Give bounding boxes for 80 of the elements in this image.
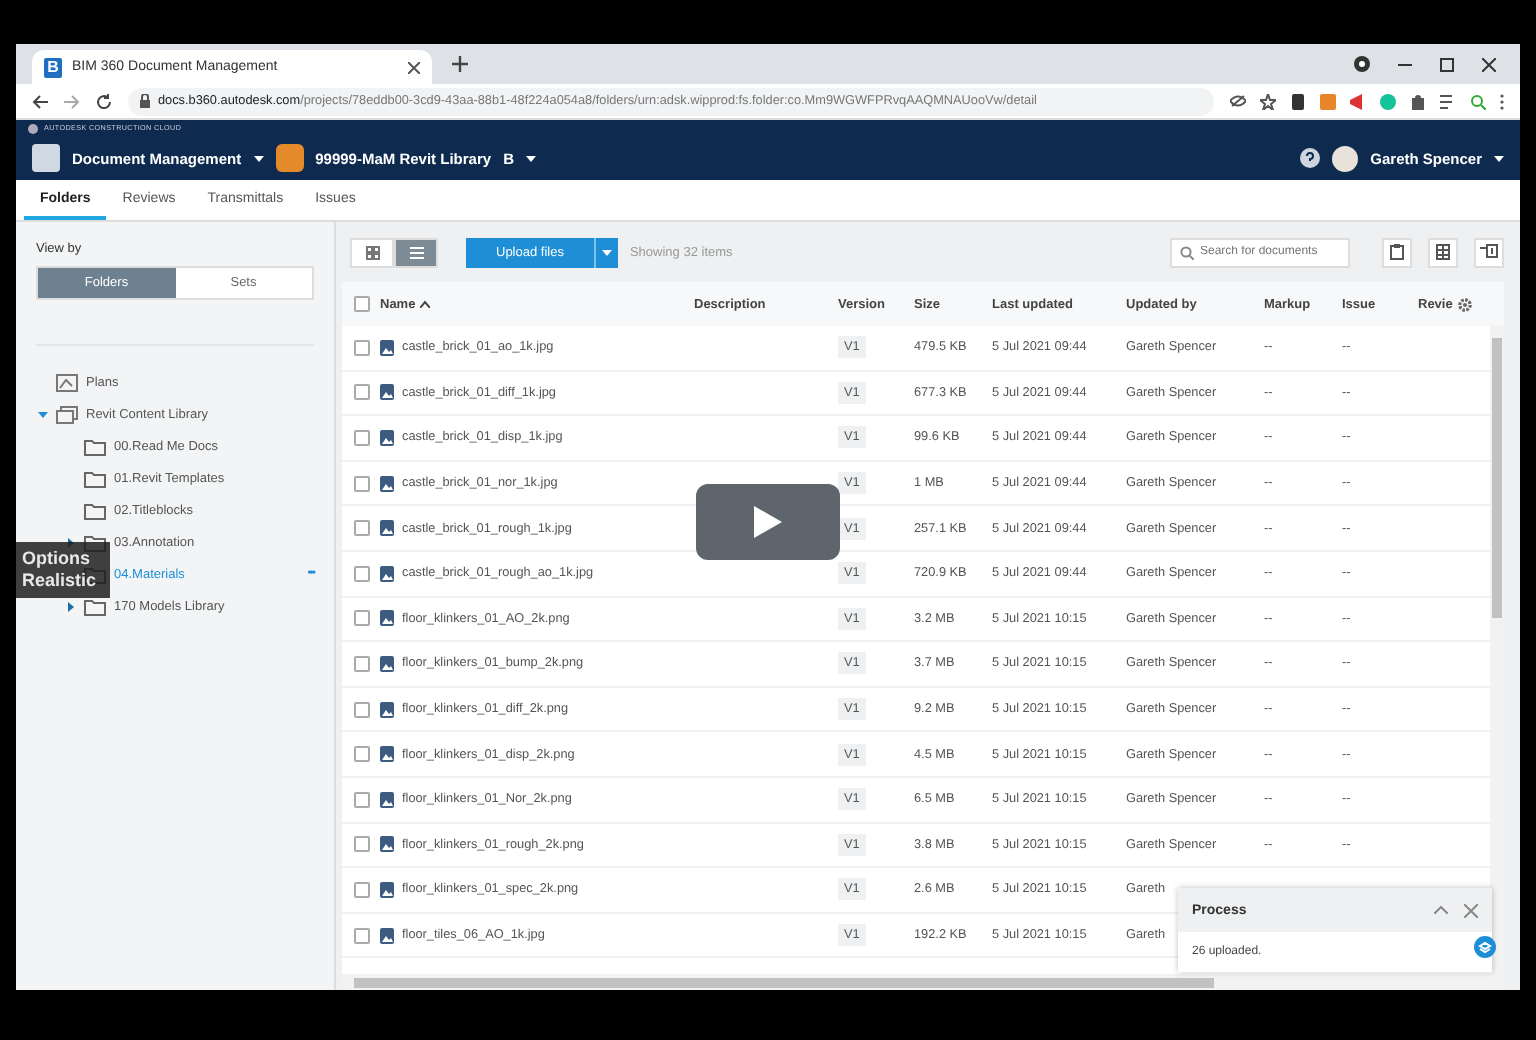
folder-icon [84, 597, 106, 615]
select-all-checkbox[interactable] [354, 296, 370, 312]
panel-button[interactable] [1474, 237, 1504, 267]
row-checkbox[interactable] [354, 836, 370, 853]
grid-icon [365, 245, 379, 259]
caret-down-icon[interactable] [37, 409, 47, 419]
project-thumbnail [275, 144, 304, 172]
clipboard-icon [1390, 244, 1404, 260]
horizontal-scrollbar[interactable] [342, 974, 1504, 990]
forward-icon [64, 93, 80, 109]
row-checkbox[interactable] [354, 881, 370, 898]
caret-down-icon [601, 249, 612, 255]
clipboard-button[interactable] [1382, 237, 1412, 267]
lock-icon [140, 94, 150, 108]
row-checkbox[interactable] [354, 475, 370, 492]
close-icon [1464, 903, 1478, 917]
eye-off-icon [1230, 94, 1246, 108]
reload-icon [96, 93, 112, 109]
panel-icon [1480, 244, 1498, 260]
list-icon [409, 245, 423, 259]
sort-up-icon [419, 300, 430, 308]
settings-icon [1458, 297, 1473, 311]
columns-button[interactable] [1428, 237, 1458, 267]
caption-line: Options [22, 548, 90, 570]
close-button[interactable] [1464, 903, 1478, 917]
row-checkbox[interactable] [354, 429, 370, 446]
folder-icon [84, 501, 106, 519]
collapse-button[interactable] [1434, 906, 1448, 914]
folder-icon [84, 469, 106, 487]
caret-down-icon [1494, 155, 1504, 161]
row-checkbox[interactable] [354, 746, 370, 763]
chevron-up-icon [1434, 906, 1448, 914]
image-file-icon [380, 791, 394, 808]
row-checkbox[interactable] [354, 384, 370, 401]
close-icon [408, 61, 420, 73]
image-file-icon [380, 429, 394, 446]
user-avatar[interactable] [1332, 145, 1359, 171]
upload-dropdown-button[interactable] [593, 237, 618, 267]
folders-icon [56, 405, 78, 423]
row-checkbox[interactable] [354, 610, 370, 627]
image-file-icon [380, 881, 394, 898]
search-icon [1470, 93, 1486, 109]
image-file-icon [380, 565, 394, 582]
caret-down-icon [253, 155, 264, 161]
image-file-icon [380, 475, 394, 492]
row-checkbox[interactable] [354, 791, 370, 808]
vertical-scrollbar[interactable] [1490, 326, 1504, 974]
close-icon [1482, 57, 1496, 71]
play-icon [754, 506, 782, 538]
favicon: B [44, 57, 62, 77]
image-file-icon [380, 384, 394, 401]
row-checkbox[interactable] [354, 339, 370, 356]
columns-icon [1436, 244, 1450, 260]
playlist-icon [1440, 93, 1456, 109]
image-file-icon [380, 701, 394, 718]
image-file-icon [380, 655, 394, 672]
image-file-icon [380, 927, 394, 944]
list-view-button[interactable] [394, 237, 438, 267]
search-icon [1180, 245, 1194, 259]
help-icon [1300, 148, 1321, 168]
image-file-icon [380, 520, 394, 537]
maximize-icon [1440, 57, 1454, 71]
row-checkbox[interactable] [354, 655, 370, 672]
folder-icon [84, 437, 106, 455]
image-file-icon [380, 610, 394, 627]
back-icon [32, 93, 48, 109]
help-icon[interactable] [1474, 936, 1496, 958]
row-checkbox[interactable] [354, 520, 370, 537]
image-file-icon [380, 836, 394, 853]
image-file-icon [380, 339, 394, 356]
plans-icon [56, 373, 78, 391]
row-checkbox[interactable] [354, 701, 370, 718]
row-checkbox[interactable] [354, 565, 370, 582]
row-checkbox[interactable] [354, 927, 370, 944]
grid-view-button[interactable] [350, 237, 394, 267]
caption-line: Realistic [22, 570, 97, 592]
star-icon [1260, 93, 1276, 109]
caret-down-icon [525, 155, 536, 161]
image-file-icon [380, 746, 394, 763]
play-button[interactable] [696, 484, 840, 560]
